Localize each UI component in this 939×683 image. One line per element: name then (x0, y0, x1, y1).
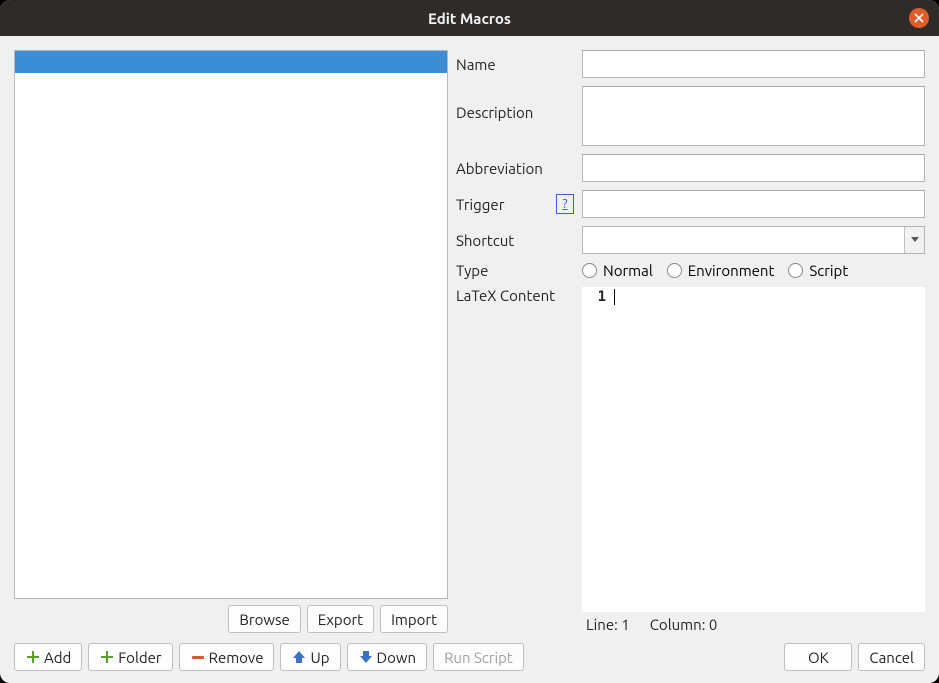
type-radio-script-label: Script (809, 262, 848, 279)
name-row: Name (456, 50, 925, 78)
export-button[interactable]: Export (307, 605, 374, 633)
radio-icon (788, 263, 803, 278)
type-radio-script[interactable]: Script (788, 262, 848, 279)
trigger-row: Trigger ? (456, 190, 925, 218)
type-radio-normal-label: Normal (603, 262, 653, 279)
status-line-value: 1 (621, 616, 629, 633)
latex-content-row: LaTeX Content 1 (456, 287, 925, 612)
status-col-label: Column: (650, 616, 706, 633)
trigger-help-button[interactable]: ? (556, 194, 574, 214)
plus-icon (25, 649, 41, 665)
editor-gutter: 1 (582, 287, 612, 612)
line-number: 1 (598, 289, 606, 305)
trigger-label: Trigger (456, 196, 548, 213)
folder-button-label: Folder (118, 649, 161, 666)
latex-content-label: LaTeX Content (456, 287, 574, 612)
export-button-label: Export (318, 611, 363, 628)
arrow-up-icon (291, 649, 307, 665)
shortcut-combo[interactable] (582, 226, 925, 254)
name-input[interactable] (582, 50, 925, 78)
status-col-value: 0 (709, 616, 717, 633)
window-close-button[interactable] (909, 8, 929, 28)
remove-button[interactable]: Remove (179, 643, 275, 671)
type-radio-group: Normal Environment Script (582, 262, 925, 279)
macro-list-column: Browse Export Import (14, 50, 448, 633)
import-button[interactable]: Import (380, 605, 448, 633)
type-radio-normal[interactable]: Normal (582, 262, 653, 279)
description-input[interactable] (582, 86, 925, 146)
shortcut-combo-dropdown-button[interactable] (904, 227, 924, 253)
run-script-button: Run Script (433, 643, 524, 671)
radio-icon (667, 263, 682, 278)
up-button[interactable]: Up (280, 643, 340, 671)
window-title: Edit Macros (428, 10, 511, 27)
name-label: Name (456, 56, 574, 73)
status-column: Column: 0 (650, 616, 718, 633)
arrow-down-icon (358, 649, 374, 665)
browse-button-label: Browse (239, 611, 289, 628)
status-line: Line: 1 (586, 616, 630, 633)
macro-list-item-selected[interactable] (15, 51, 447, 73)
shortcut-combo-field[interactable] (583, 227, 904, 253)
list-file-buttons: Browse Export Import (14, 605, 448, 633)
run-script-button-label: Run Script (444, 649, 513, 666)
status-line-label: Line: (586, 616, 618, 633)
macro-list[interactable] (14, 50, 448, 599)
trigger-input[interactable] (582, 190, 925, 218)
text-cursor (614, 289, 615, 305)
type-radio-environment-label: Environment (688, 262, 775, 279)
latex-editor[interactable]: 1 (582, 287, 925, 612)
chevron-down-icon (911, 237, 919, 243)
cancel-button-label: Cancel (869, 649, 914, 666)
down-button-label: Down (377, 649, 417, 666)
minus-icon (190, 649, 206, 665)
question-mark-icon: ? (562, 197, 567, 211)
shortcut-row: Shortcut (456, 226, 925, 254)
ok-button-label: OK (808, 649, 829, 666)
macro-form-column: Name Description Abbreviation Trigger ? (456, 50, 925, 633)
abbreviation-input[interactable] (582, 154, 925, 182)
browse-button[interactable]: Browse (228, 605, 300, 633)
shortcut-label: Shortcut (456, 232, 574, 249)
abbreviation-label: Abbreviation (456, 160, 574, 177)
edit-macros-dialog: Edit Macros Browse Export Import Name (0, 0, 939, 683)
editor-body[interactable] (612, 287, 925, 612)
import-button-label: Import (391, 611, 437, 628)
type-row: Type Normal Environment Script (456, 262, 925, 279)
ok-button[interactable]: OK (784, 643, 852, 671)
up-button-label: Up (310, 649, 329, 666)
remove-button-label: Remove (209, 649, 264, 666)
cancel-button[interactable]: Cancel (858, 643, 925, 671)
titlebar: Edit Macros (0, 0, 939, 36)
description-label: Description (456, 86, 574, 121)
radio-icon (582, 263, 597, 278)
type-label: Type (456, 262, 574, 279)
close-icon (914, 13, 924, 23)
add-button-label: Add (44, 649, 71, 666)
main-row: Browse Export Import Name Description Ab… (14, 50, 925, 633)
editor-status-row: Line: 1 Column: 0 (456, 612, 925, 633)
add-button[interactable]: Add (14, 643, 82, 671)
dialog-content: Browse Export Import Name Description Ab… (0, 36, 939, 683)
down-button[interactable]: Down (347, 643, 428, 671)
folder-button[interactable]: Folder (88, 643, 172, 671)
abbreviation-row: Abbreviation (456, 154, 925, 182)
plus-icon (99, 649, 115, 665)
description-row: Description (456, 86, 925, 146)
type-radio-environment[interactable]: Environment (667, 262, 775, 279)
bottom-button-row: Add Folder Remove Up Down Run Script (14, 639, 925, 677)
